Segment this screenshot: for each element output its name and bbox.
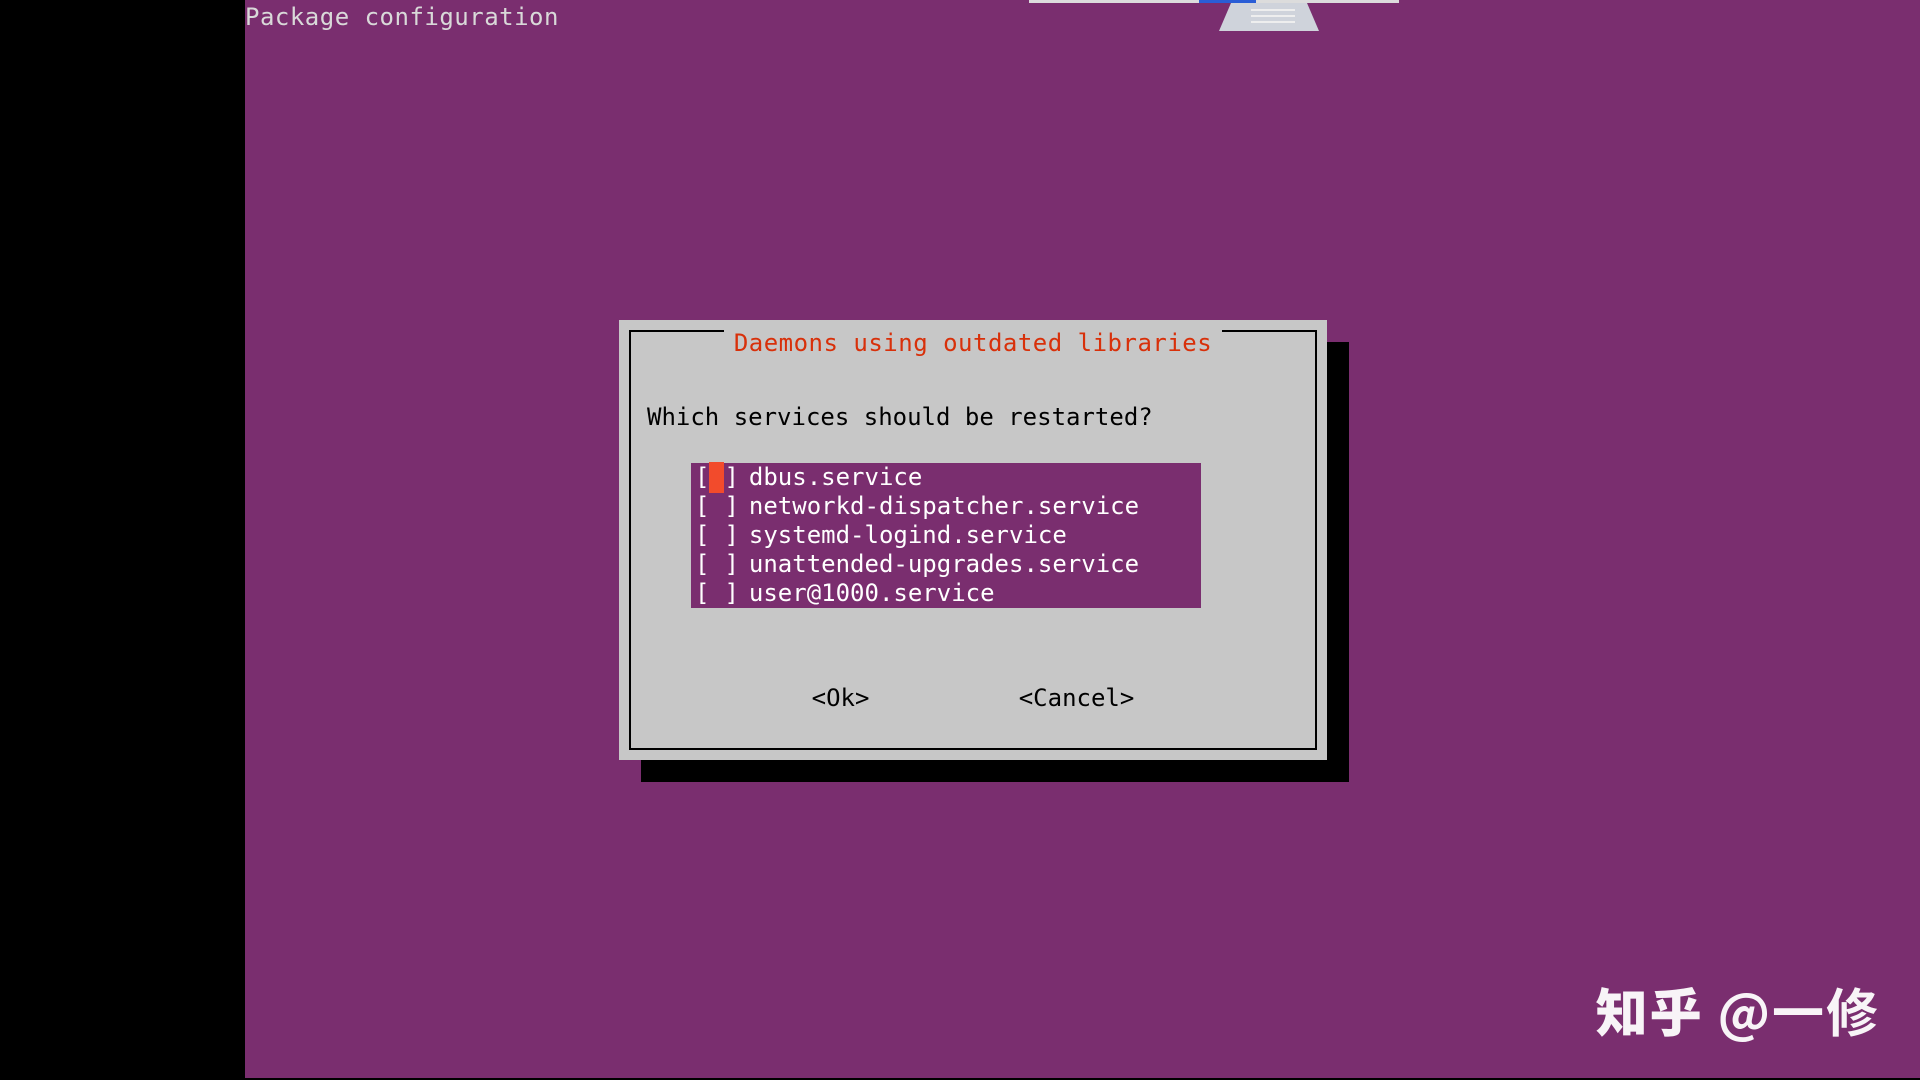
page-title: Package configuration [245,0,559,35]
top-notch-decoration [1029,0,1399,32]
checkbox[interactable] [709,491,724,522]
terminal-screen: Package configuration Daemons using outd… [245,0,1920,1078]
restart-services-dialog: Daemons using outdated libraries Which s… [619,320,1327,760]
ok-button[interactable]: <Ok> [812,683,870,714]
service-label: systemd-logind.service [749,520,1067,551]
service-item[interactable]: [ ] networkd-dispatcher.service [691,492,1201,521]
checkbox[interactable] [709,549,724,580]
service-item[interactable]: [ ] dbus.service [691,463,1201,492]
checkbox[interactable] [709,578,724,609]
service-item[interactable]: [ ] unattended-upgrades.service [691,550,1201,579]
dialog-frame: Daemons using outdated libraries Which s… [629,330,1317,750]
dialog-title: Daemons using outdated libraries [724,328,1222,359]
checkbox-cursor[interactable] [709,462,724,493]
dialog-prompt: Which services should be restarted? [647,402,1299,433]
service-item[interactable]: [ ] systemd-logind.service [691,521,1201,550]
cancel-button[interactable]: <Cancel> [1019,683,1135,714]
checkbox[interactable] [709,520,724,551]
service-checklist[interactable]: [ ] dbus.service [ ] networkd-dispatcher… [691,463,1201,608]
service-item[interactable]: [ ] user@1000.service [691,579,1201,608]
service-label: dbus.service [749,462,922,493]
service-label: unattended-upgrades.service [749,549,1139,580]
hamburger-icon [1251,9,1295,23]
service-label: networkd-dispatcher.service [749,491,1139,522]
service-label: user@1000.service [749,578,995,609]
